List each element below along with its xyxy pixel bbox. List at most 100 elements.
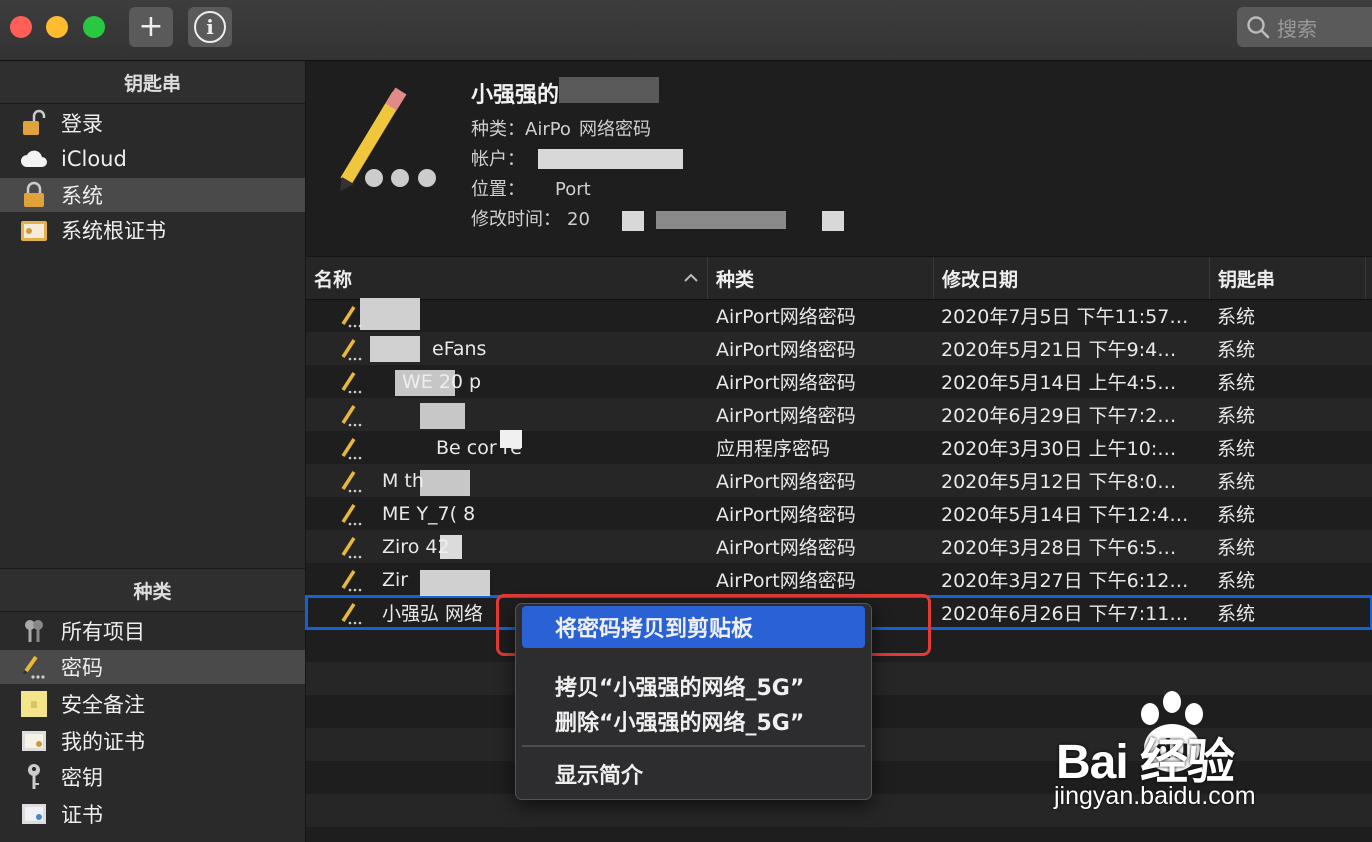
minimize-button[interactable] [46,16,68,38]
item-title: 小强强的 [471,83,560,108]
sidebar-item-all-items[interactable]: 所有项目 [0,614,305,648]
kind-row: 种类：AirPo 网络密码 [471,115,651,141]
column-label: 种类 [716,268,755,291]
where-row: 位置： Port [471,175,591,201]
column-header-date[interactable]: 修改日期 [934,257,1210,299]
sidebar-item-label: 证书 [61,803,103,827]
sidebar-item-label: 密码 [61,656,103,680]
keys-icon [20,617,48,645]
table-row[interactable]: eFans AirPort网络密码 2020年5月21日 下午9:4… 系统 [306,332,1372,365]
item-detail-header: 小强强的 种类：AirPo 网络密码 帐户： 位置： Port 修改时间： 20 [306,61,1372,256]
row-keychain: 系统 [1217,471,1256,493]
sidebar-item-label: 安全备注 [61,693,145,717]
sidebar-item-system-roots[interactable]: 系统根证书 [0,213,305,247]
note-icon [20,690,48,718]
search-field[interactable]: 搜索 [1237,7,1372,47]
sidebar-item-passwords[interactable]: 密码 [0,650,305,684]
pencil-icon [340,365,364,398]
key-icon [20,763,48,791]
row-keychain: 系统 [1217,570,1256,592]
row-name [382,299,702,332]
menu-item-delete[interactable]: 删除“小强强的网络_5G” [522,700,865,742]
column-header-keychain[interactable]: 钥匙串 [1210,257,1366,299]
row-date: 2020年7月5日 下午11:57… [941,306,1189,328]
menu-separator [522,745,865,747]
context-menu: 将密码拷贝到剪贴板 拷贝“小强强的网络_5G” 删除“小强强的网络_5G” 显示… [515,603,872,800]
my-certificate-icon [20,727,48,755]
sidebar-item-label: 系统 [61,184,103,208]
row-name: ME Y_7( 8 [382,502,476,525]
row-name: Be cor re [436,436,522,459]
row-name: eFans [432,337,487,360]
account-row: 帐户： [471,145,525,171]
row-kind: AirPort网络密码 [716,537,856,559]
pencil-icon [340,530,364,563]
row-kind: 应用程序密码 [716,438,831,460]
row-keychain: 系统 [1217,603,1256,625]
table-row[interactable]: Be cor re 应用程序密码 2020年3月30日 上午10:… 系统 [306,431,1372,464]
table-row[interactable]: WE 20 p AirPort网络密码 2020年5月14日 上午4:5… 系统 [306,365,1372,398]
table-row[interactable]: AirPort网络密码 2020年7月5日 下午11:57… 系统 [306,299,1372,332]
row-date: 2020年5月14日 上午4:5… [941,372,1177,394]
sidebar-item-certificates[interactable]: 证书 [0,797,305,831]
column-label: 修改日期 [942,268,1019,291]
pencil-icon [340,497,364,530]
row-date: 2020年6月29日 下午7:2… [941,405,1177,427]
pencil-icon [340,332,364,365]
row-date: 2020年3月27日 下午6:12… [941,570,1189,592]
pencil-icon [340,431,364,464]
column-header-kind[interactable]: 种类 [708,257,934,299]
info-icon: i [194,11,226,43]
column-header-name[interactable]: 名称 [306,257,708,299]
zoom-button[interactable] [83,16,105,38]
sort-ascending-icon [684,273,698,282]
row-keychain: 系统 [1217,504,1256,526]
row-keychain: 系统 [1217,438,1256,460]
row-keychain: 系统 [1217,372,1256,394]
row-keychain: 系统 [1217,339,1256,361]
sidebar-item-label: iCloud [61,147,127,171]
row-date: 2020年5月12日 下午8:0… [941,471,1177,493]
menu-item-get-info[interactable]: 显示简介 [522,753,865,795]
column-label: 名称 [314,268,353,291]
sidebar-item-label: 密钥 [61,766,103,790]
row-kind: AirPort网络密码 [716,372,856,394]
row-date: 2020年3月30日 上午10:… [941,438,1177,460]
search-placeholder: 搜索 [1277,16,1317,41]
search-icon [1247,16,1270,39]
row-date: 2020年6月26日 下午7:11… [941,603,1189,625]
row-date: 2020年5月14日 下午12:4… [941,504,1189,526]
table-row[interactable]: ME Y_7( 8 AirPort网络密码 2020年5月14日 下午12:4…… [306,497,1372,530]
menu-item-copy-password[interactable]: 将密码拷贝到剪贴板 [522,606,865,648]
sidebar-item-label: 所有项目 [61,620,145,644]
plus-icon: + [138,9,164,44]
row-keychain: 系统 [1217,306,1256,328]
close-button[interactable] [10,16,32,38]
sidebar-item-label: 登录 [61,112,103,136]
row-date: 2020年5月21日 下午9:4… [941,339,1177,361]
sidebar-item-login[interactable]: 登录 [0,106,305,140]
sidebar-item-secure-notes[interactable]: 安全备注 [0,687,305,721]
pencil-icon [340,464,364,497]
sidebar: 钥匙串 登录 iCloud 系统 系统根证书 种类 所有项目 密码 安全备注 我… [0,61,306,842]
pencil-icon [340,398,364,431]
sidebar-item-keys[interactable]: 密钥 [0,760,305,794]
sidebar-item-label: 我的证书 [61,730,145,754]
sidebar-item-my-certificates[interactable]: 我的证书 [0,724,305,758]
info-button[interactable]: i [188,7,232,47]
table-row[interactable]: AirPort网络密码 2020年6月29日 下午7:2… 系统 [306,398,1372,431]
window-titlebar: + i 搜索 [0,0,1372,61]
table-row[interactable]: Ziro 42 AirPort网络密码 2020年3月28日 下午6:5… 系统 [306,530,1372,563]
lock-open-icon [20,109,48,137]
certificate-folder-icon [20,216,48,244]
kind-value-suffix: 网络密码 [578,119,651,140]
modified-row: 修改时间： 20 [471,205,590,231]
row-kind: AirPort网络密码 [716,570,856,592]
add-item-button[interactable]: + [129,7,173,47]
row-name: Ziro 42 [382,535,450,558]
table-header: 名称 种类 修改日期 钥匙串 [306,256,1372,300]
row-kind: AirPort网络密码 [716,306,856,328]
sidebar-item-system[interactable]: 系统 [0,178,305,212]
sidebar-item-icloud[interactable]: iCloud [0,142,305,176]
row-kind: AirPort网络密码 [716,339,856,361]
